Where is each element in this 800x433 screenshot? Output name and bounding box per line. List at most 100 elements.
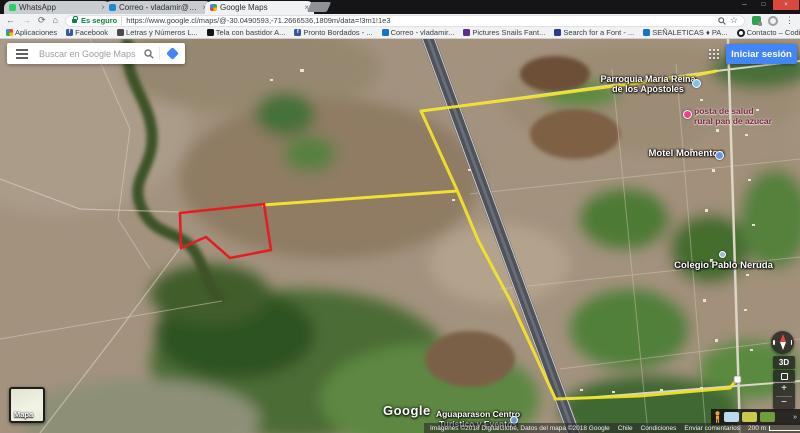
my-location-icon [781, 373, 788, 380]
bookmark-letras[interactable]: Letras y Números L... [117, 28, 198, 37]
home-icon[interactable]: ⌂ [53, 16, 58, 25]
compass-control[interactable] [771, 331, 794, 354]
bookmark-senaleticas[interactable]: SEÑALETICAS ♦ PA... [643, 28, 727, 37]
mail-icon [382, 29, 389, 36]
maps-search-box[interactable] [7, 43, 185, 64]
poi-label-posta-salud[interactable]: posta de salud rural pan de azucar [694, 107, 794, 127]
apps-grid-icon [6, 29, 13, 36]
forward-icon[interactable]: → [22, 16, 31, 25]
poi-label-line: Colegio Pablo Neruda [666, 261, 781, 272]
scale-control[interactable]: 200 m [748, 425, 800, 432]
facebook-icon: f [294, 29, 301, 36]
google-maps-icon [210, 4, 217, 11]
secure-lock-icon [72, 19, 77, 23]
picture-icon [463, 29, 470, 36]
school-poi-icon[interactable] [719, 251, 726, 258]
search-icon[interactable] [144, 49, 154, 59]
bookmark-label: Letras y Números L... [126, 28, 198, 37]
poi-label-line: Parroquia María Reina [600, 74, 696, 84]
bookmark-label: Contacto – Codivial [747, 28, 800, 37]
bookmark-pictures-snails[interactable]: Pictures Snails Fant... [463, 28, 545, 37]
bookmark-correo[interactable]: Correo - vladamir... [382, 28, 455, 37]
mail-icon [109, 4, 116, 11]
bookmark-label: Facebook [75, 28, 108, 37]
bookmark-contacto-codivial[interactable]: Contacto – Codivial [737, 28, 800, 37]
bookmark-label: Aplicaciones [15, 28, 57, 37]
close-window-button[interactable]: × [773, 0, 799, 10]
poi-label-colegio[interactable]: Colegio Pablo Neruda [666, 261, 781, 272]
terms-link[interactable]: Condiciones [641, 425, 677, 432]
poi-label-line: de los Apóstoles [600, 84, 696, 94]
address-bar[interactable]: Es seguro https://www.google.cl/maps/@-3… [65, 15, 745, 27]
map-type-toggle[interactable]: Mapa [9, 387, 45, 423]
imagery-thumbnail[interactable] [760, 412, 775, 422]
zoom-out-button[interactable]: − [773, 397, 795, 410]
compass-south-needle [780, 342, 786, 350]
church-poi-icon[interactable] [692, 79, 701, 88]
pegman-icon[interactable] [714, 411, 721, 423]
satellite-imagery [0, 39, 800, 433]
satellite-map[interactable]: Iniciar sesión Parroquia María Reina de … [0, 39, 800, 433]
bookmark-label: Search for a Font - ... [563, 28, 634, 37]
maximize-button[interactable]: □ [754, 0, 773, 10]
imagery-thumbnail[interactable] [724, 412, 739, 422]
site-icon [737, 29, 745, 37]
back-icon[interactable]: ← [6, 16, 15, 25]
bookmark-pronto-bordados[interactable]: f Pronto Bordados - ... [294, 28, 372, 37]
url-text[interactable]: https://www.google.cl/maps/@-30.0490593,… [126, 16, 714, 25]
tab-whatsapp[interactable]: WhatsApp × [4, 1, 111, 14]
signin-button[interactable]: Iniciar sesión [726, 44, 797, 64]
extension-icon[interactable] [752, 16, 761, 25]
bookmark-label: SEÑALETICAS ♦ PA... [652, 28, 727, 37]
lodging-poi-icon[interactable] [715, 151, 724, 160]
divider [159, 47, 160, 60]
feedback-link[interactable]: Enviar comentarios [684, 425, 740, 432]
imagery-thumbnail[interactable] [742, 412, 757, 422]
bookmark-tela[interactable]: Tela con bastidor A... [207, 28, 286, 37]
carousel-expand-icon[interactable]: » [793, 414, 797, 421]
facebook-icon: f [66, 29, 73, 36]
poi-label-parroquia[interactable]: Parroquia María Reina de los Apóstoles [600, 74, 696, 95]
bookmark-star-icon[interactable]: ☆ [730, 16, 738, 25]
directions-icon[interactable] [166, 47, 179, 60]
compass-tick [791, 340, 793, 345]
route-shield-marker [734, 376, 741, 383]
google-apps-grid-icon[interactable] [709, 49, 711, 51]
profile-icon[interactable] [768, 16, 778, 26]
bookmark-label: Correo - vladamir... [391, 28, 455, 37]
poi-label-motel[interactable]: Motel Momentos [648, 149, 724, 160]
my-location-button[interactable] [773, 370, 795, 382]
page-zoom-icon[interactable] [718, 17, 726, 25]
imagery-attribution: Imágenes ©2018 DigitalGlobe, Datos del m… [430, 425, 610, 432]
poi-label-line: rural pan de azucar [694, 117, 794, 127]
attribution-bar: Imágenes ©2018 DigitalGlobe, Datos del m… [424, 423, 800, 433]
new-tab-button[interactable] [307, 2, 331, 12]
bookmark-label: Pictures Snails Fant... [472, 28, 545, 37]
tab-google-maps[interactable]: Google Maps × [205, 1, 314, 14]
bookmark-aplicaciones[interactable]: Aplicaciones [6, 28, 57, 37]
scale-bar [769, 426, 800, 431]
site-icon [207, 29, 214, 36]
google-logo: Google [383, 403, 431, 418]
bookmark-label: Tela con bastidor A... [216, 28, 286, 37]
scale-label: 200 m [748, 425, 766, 432]
site-icon [643, 29, 650, 36]
tab-correo[interactable]: Correo - vladamir@h... × [104, 1, 212, 14]
whatsapp-icon [9, 4, 16, 11]
bookmark-search-font[interactable]: Search for a Font - ... [554, 28, 634, 37]
menu-hamburger-icon[interactable] [16, 53, 28, 55]
minimize-button[interactable]: ─ [735, 0, 754, 10]
font-site-icon [554, 29, 561, 36]
bookmark-facebook[interactable]: f Facebook [66, 28, 108, 37]
browser-navbar: ← → ⟳ ⌂ Es seguro https://www.google.cl/… [0, 14, 800, 27]
tab-title: Correo - vladamir@h... [119, 3, 199, 12]
divider [121, 17, 122, 25]
search-input[interactable] [37, 48, 144, 60]
reload-icon[interactable]: ⟳ [38, 16, 46, 25]
browser-menu-icon[interactable]: ⋮ [785, 16, 794, 25]
zoom-controls: + − [773, 383, 795, 409]
health-poi-icon[interactable] [683, 110, 692, 119]
zoom-in-button[interactable]: + [773, 383, 795, 396]
compass-north-needle [780, 334, 786, 342]
tilt-3d-button[interactable]: 3D [773, 356, 795, 369]
